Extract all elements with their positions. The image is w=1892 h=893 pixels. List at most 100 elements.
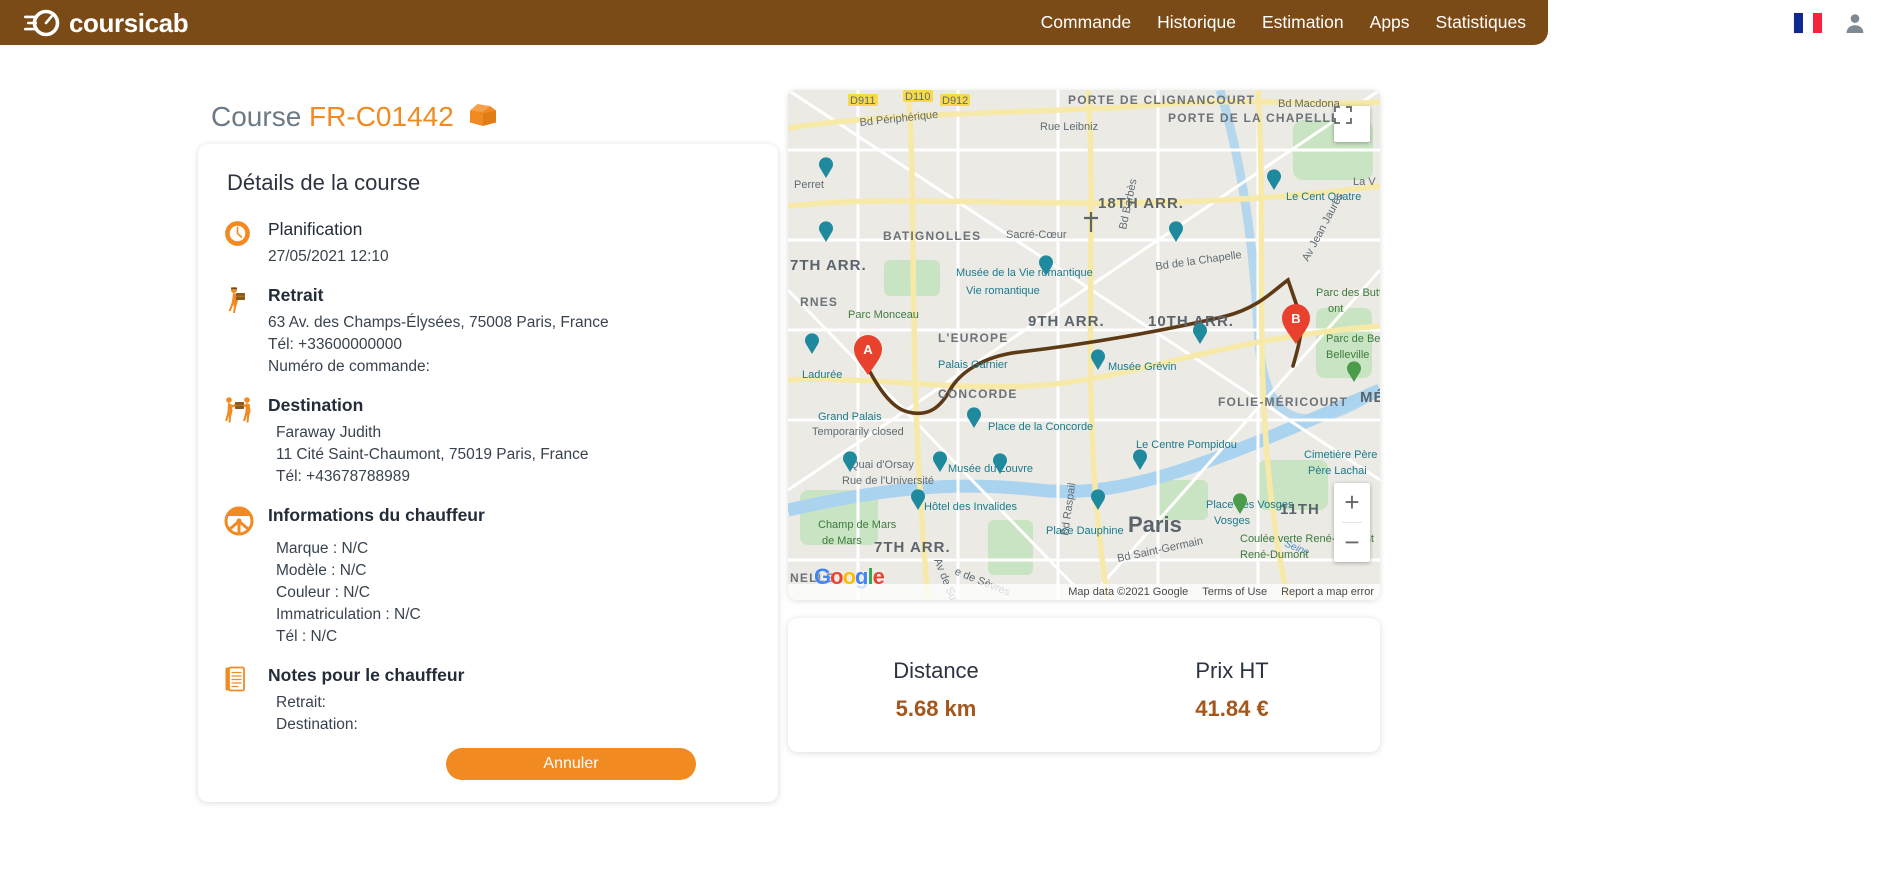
retrait-order-number: Numéro de commande: (268, 358, 430, 375)
summary-price-value: 41.84 € (1195, 696, 1269, 721)
map-poi-place-vosges-2: Vosges (1214, 515, 1251, 527)
map-marker-a: A (854, 335, 882, 375)
map-labels: D911 D110 D912 PORTE DE CLIGNANCOURT POR… (790, 90, 1380, 600)
brand-name: coursicab (69, 7, 189, 38)
map-poi-musee-louvre: Musée du Louvre (948, 463, 1033, 475)
map-area-9th-arr: 9TH ARR. (1028, 313, 1105, 330)
section-retrait-body: Retrait 63 Av. des Champs-Élysées, 75008… (268, 284, 752, 392)
page-title: Course FR-C01442 (211, 101, 454, 133)
user-avatar-icon[interactable] (1844, 12, 1866, 34)
map-poi-musee-grevin: Musée Grévin (1108, 361, 1176, 373)
cancel-button[interactable]: Annuler (446, 748, 696, 780)
nav-item-statistiques[interactable]: Statistiques (1436, 12, 1526, 33)
summary-distance-label: Distance (893, 658, 979, 683)
map-road-d912: D912 (942, 95, 968, 107)
map-park-coulee-verte-2: René-Dumont (1240, 549, 1308, 561)
map-park-buttes-chaumont-2: ont (1328, 303, 1343, 315)
map-road-bd-saint-germain: Bd Saint-Germain (1116, 535, 1204, 565)
trip-summary-card: Distance 5.68 km Prix HT 41.84 € (788, 618, 1380, 752)
map-poi-cimetiere-pere-lachaise: Cimetière Père Lachai (1304, 449, 1380, 461)
map-park-champ-de-mars-2: de Mars (822, 535, 862, 547)
map-park-champ-de-mars: Champ de Mars (818, 519, 897, 531)
map-column: D911 D110 D912 PORTE DE CLIGNANCOURT POR… (788, 90, 1380, 752)
map-area-leurope: L'EUROPE (938, 331, 1008, 345)
details-card: Détails de la course Planification 27/05… (198, 144, 778, 802)
clock-icon (224, 218, 268, 282)
map-note-temporarily-closed: Temporarily closed (812, 426, 904, 438)
course-code: FR-C01442 (309, 101, 454, 132)
pickup-person-icon (224, 284, 268, 392)
section-driver-notes-body: Notes pour le chauffeur Retrait: Destina… (268, 664, 752, 736)
map-terms-link[interactable]: Terms of Use (1202, 586, 1267, 598)
section-heading: Planification (268, 219, 363, 239)
section-retrait: Retrait 63 Av. des Champs-Élysées, 75008… (224, 284, 752, 392)
map-poi-musee-vie-romantique-2: Vie romantique (966, 285, 1040, 297)
map-road-d110: D110 (905, 91, 930, 103)
map-poi-grand-palais: Grand Palais (818, 411, 882, 423)
driver-telephone: Tél : N/C (276, 628, 338, 645)
section-heading: Destination (268, 395, 364, 415)
section-heading: Informations du chauffeur (268, 505, 485, 525)
map-area-18th-arr: 18TH ARR. (1098, 195, 1184, 212)
map-road-rue-leibniz: Rue Leibniz (1040, 121, 1098, 133)
map-poi-le-cent-quatre: Le Cent Quatre (1286, 191, 1361, 203)
section-planification-body: Planification 27/05/2021 12:10 (268, 218, 752, 282)
driver-modele: Modèle : N/C (276, 562, 367, 579)
summary-distance: Distance 5.68 km (788, 658, 1084, 722)
course-details-column: Course FR-C01442 Planifiée Détails de la… (198, 90, 778, 802)
map-zoom-controls: + − (1334, 483, 1370, 562)
map-poi-place-dauphine: Place Dauphine (1046, 525, 1124, 537)
summary-distance-value: 5.68 km (895, 696, 977, 721)
map-road-bd-chapelle: Bd de la Chapelle (1155, 249, 1243, 273)
map-report-link[interactable]: Report a map error (1281, 586, 1374, 598)
map-marker-b: B (1282, 304, 1310, 344)
planification-datetime: 27/05/2021 12:10 (268, 248, 389, 265)
french-flag-icon[interactable] (1794, 12, 1822, 33)
brand-logo[interactable]: coursicab (22, 7, 189, 38)
svg-text:B: B (1291, 311, 1300, 326)
destination-contact-name: Faraway Judith (276, 424, 382, 441)
map-city-paris: Paris (1128, 512, 1182, 537)
notes-retrait: Retrait: (276, 694, 326, 711)
section-driver-notes: Notes pour le chauffeur Retrait: Destina… (224, 664, 752, 736)
zoom-out-button[interactable]: − (1334, 523, 1370, 562)
nav-item-estimation[interactable]: Estimation (1262, 12, 1344, 33)
main-nav: Commande Historique Estimation Apps Stat… (1041, 12, 1526, 33)
nav-item-historique[interactable]: Historique (1157, 12, 1236, 33)
zoom-in-button[interactable]: + (1334, 483, 1370, 522)
page-body: Course FR-C01442 Planifiée Détails de la… (0, 45, 1892, 893)
map-area-7th-arr: 7TH ARR. (874, 539, 951, 556)
section-driver-info-body: Informations du chauffeur Marque : N/C M… (268, 504, 752, 662)
fullscreen-icon[interactable] (1334, 106, 1370, 142)
course-title-prefix: Course (211, 101, 302, 132)
section-planification: Planification 27/05/2021 12:10 (224, 218, 752, 282)
destination-phone: Tél: +43678788989 (276, 468, 411, 485)
map-area-7th-arr-top: 7TH ARR. (790, 257, 867, 274)
driver-immatriculation: Immatriculation : N/C (276, 606, 421, 623)
map-area-folie-mericourt: FOLIE-MÉRICOURT (1218, 394, 1348, 409)
summary-price: Prix HT 41.84 € (1084, 658, 1380, 722)
map-data-attribution: Map data ©2021 Google (1068, 586, 1189, 598)
route-map[interactable]: D911 D110 D912 PORTE DE CLIGNANCOURT POR… (788, 90, 1380, 600)
map-road-quai-orsay: Quai d'Orsay (850, 459, 914, 471)
map-road-bd-macdonald: Bd Macdona (1278, 98, 1341, 110)
map-park-belleville: Parc de Belleville (1326, 333, 1380, 345)
nav-item-apps[interactable]: Apps (1370, 12, 1410, 33)
section-destination: Destination Faraway Judith 11 Cité Saint… (224, 394, 752, 502)
map-road-rue-universite: Rue de l'Université (842, 475, 934, 487)
map-park-belleville-2: Belleville (1326, 349, 1369, 361)
map-poi-musee-vie-romantique: Musée de la Vie romantique (956, 267, 1093, 279)
details-card-title: Détails de la course (227, 170, 421, 195)
map-poi-cimetiere-2: Père Lachai (1308, 465, 1367, 477)
map-park-monceau: Parc Monceau (848, 309, 919, 321)
speedometer-icon (22, 8, 60, 38)
map-place-la-v: La V (1353, 176, 1376, 188)
map-attribution-bar: Map data ©2021 Google Terms of Use Repor… (788, 584, 1380, 600)
map-area-porte-chapelle: PORTE DE LA CHAPELLE (1168, 111, 1340, 125)
map-area-11th-arr: 11TH (1280, 501, 1320, 518)
top-navigation-bar: coursicab Commande Historique Estimation… (0, 0, 1548, 45)
nav-item-commande[interactable]: Commande (1041, 12, 1131, 33)
map-road-bd-peripherique: Bd Périphérique (859, 109, 939, 129)
card-actions: Annuler (224, 748, 752, 780)
map-area-batignolles: BATIGNOLLES (883, 229, 981, 243)
